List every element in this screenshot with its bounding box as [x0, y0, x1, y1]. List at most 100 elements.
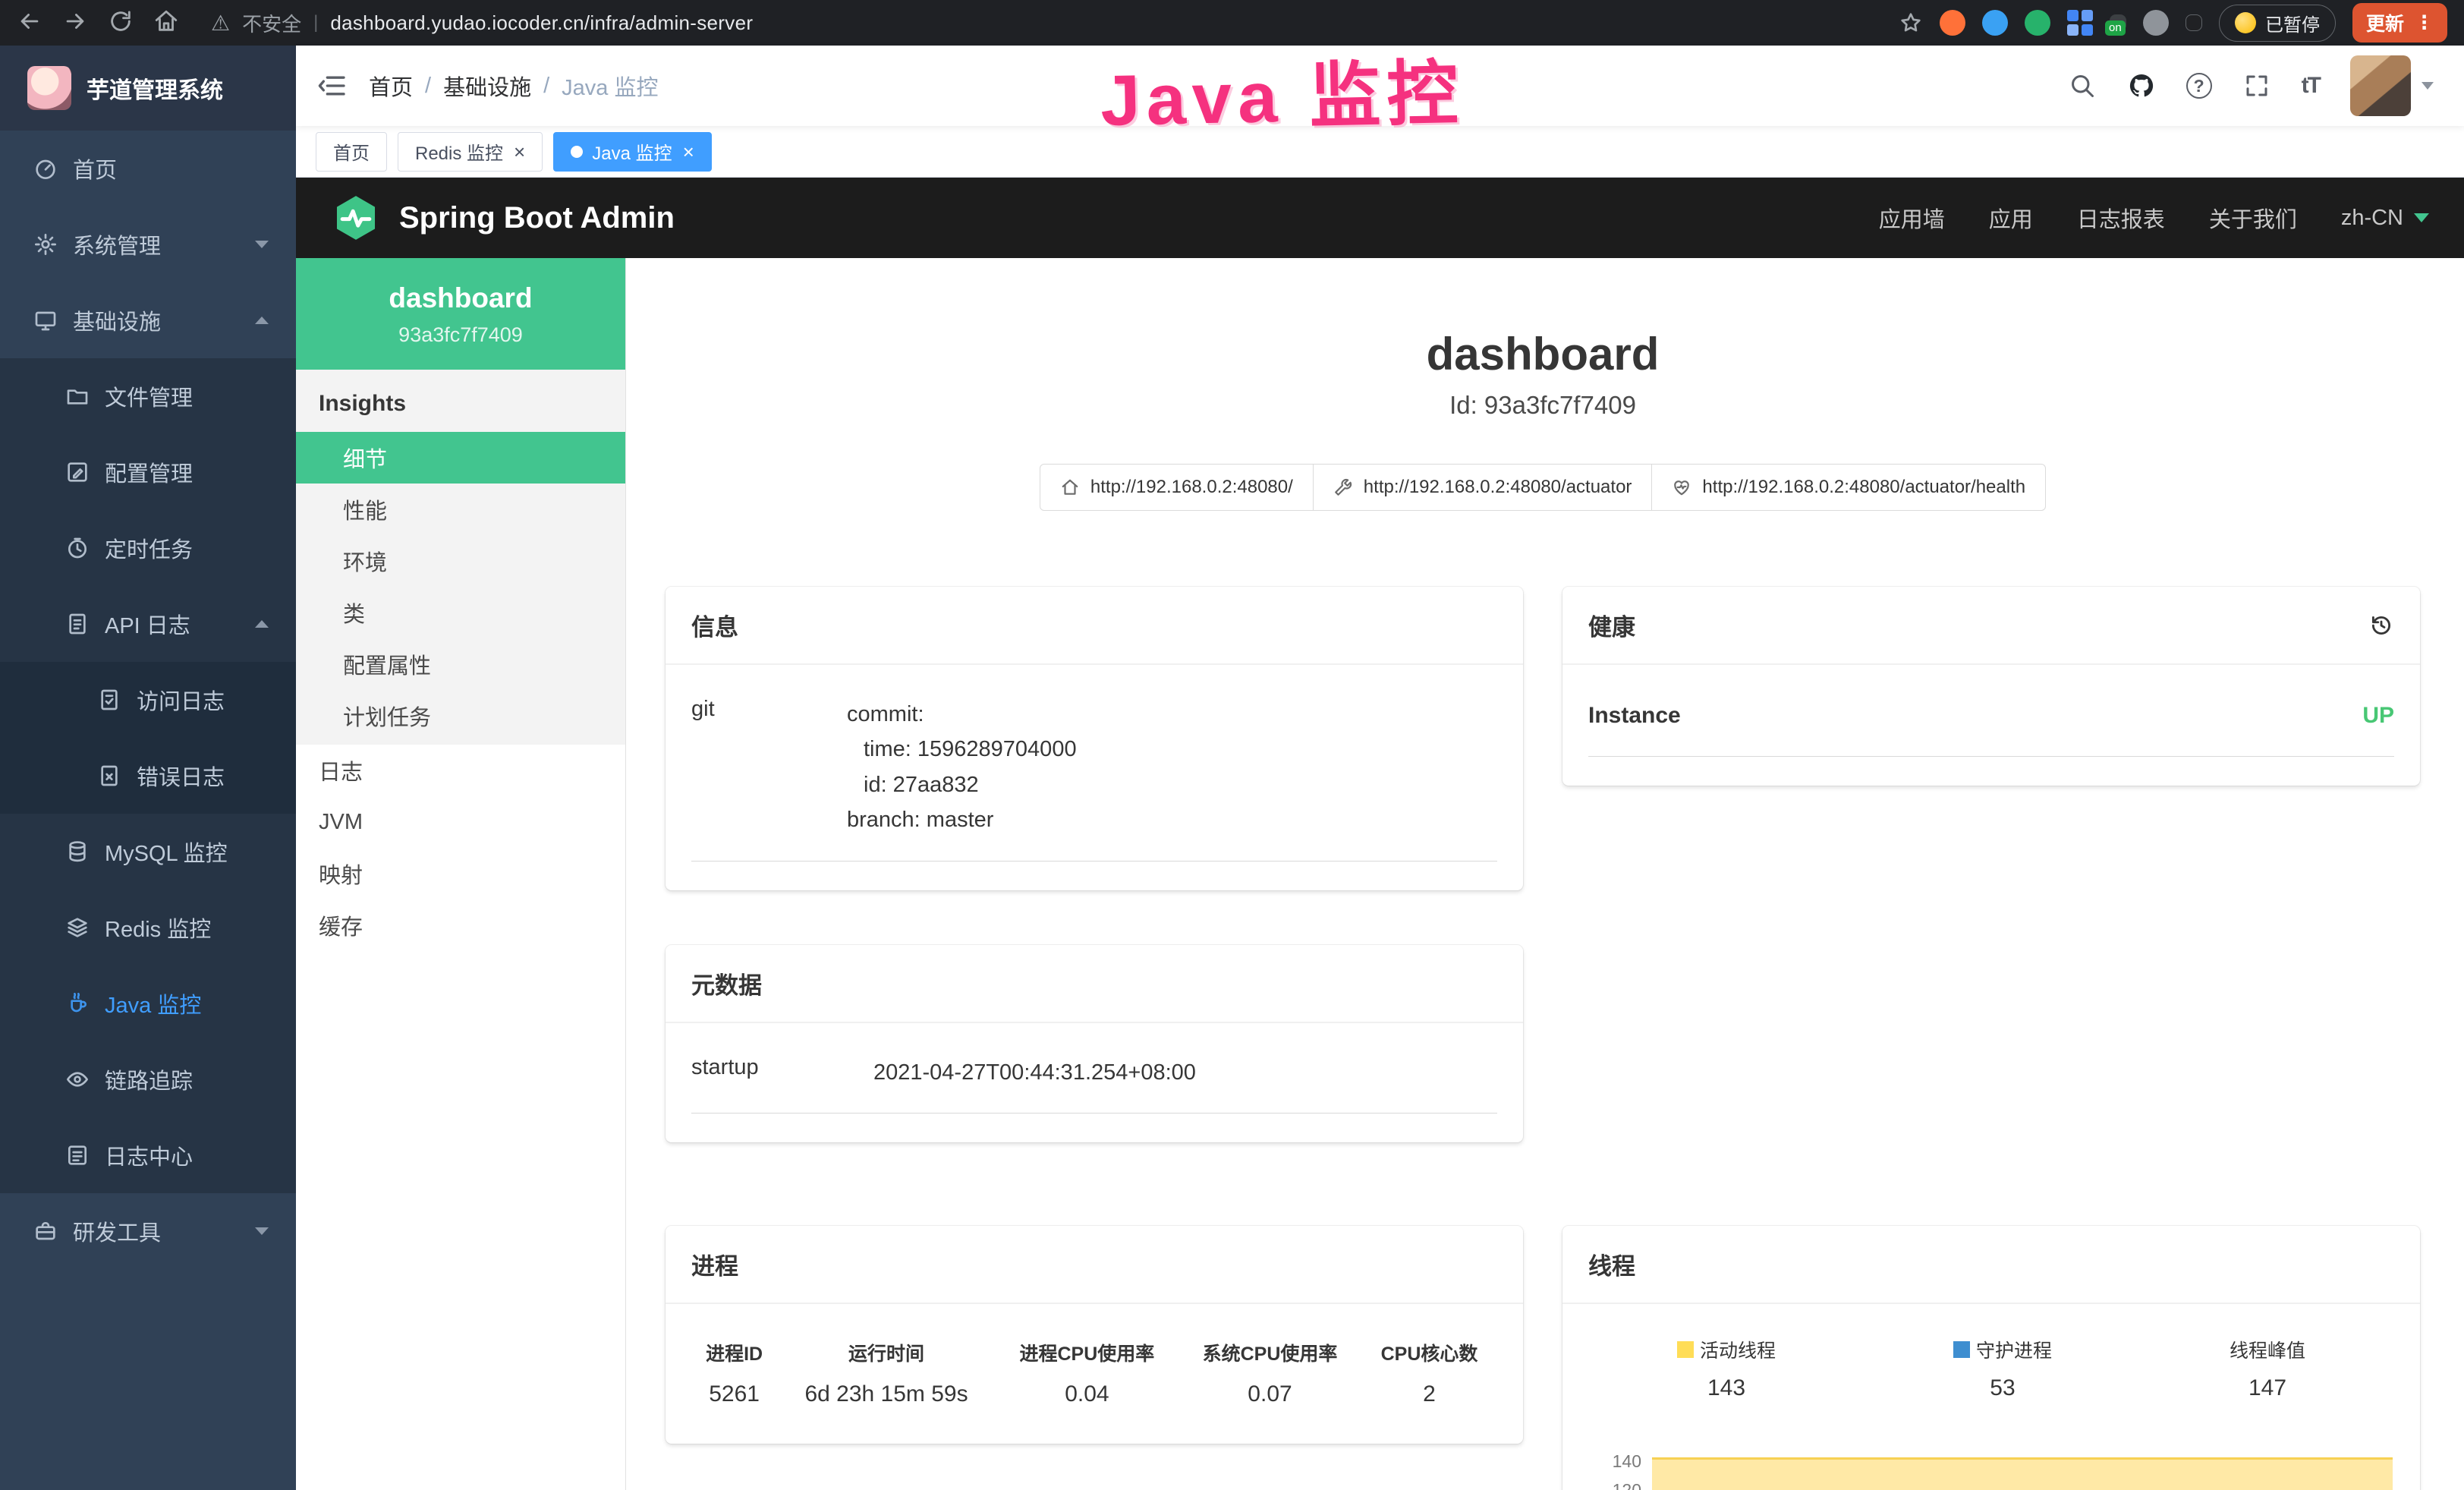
sidebar-item-file-manage[interactable]: 文件管理	[0, 358, 296, 434]
app-logo	[27, 66, 71, 110]
security-label[interactable]: 不安全	[242, 9, 301, 37]
sidebar-item-home[interactable]: 首页	[0, 131, 296, 206]
search-icon[interactable]	[2068, 71, 2097, 100]
sba-nav-applications[interactable]: 应用	[1989, 202, 2033, 234]
legend-value: 53	[1953, 1375, 2052, 1401]
metadata-key: startup	[691, 1055, 873, 1090]
close-icon[interactable]: ×	[514, 142, 525, 162]
tab-home[interactable]: 首页	[316, 132, 387, 172]
doc-x-icon	[97, 764, 121, 788]
reload-icon[interactable]	[108, 8, 137, 37]
threads-chart-y-axis: 140 120 100	[1588, 1451, 1652, 1490]
sba-item-config-props[interactable]: 配置属性	[296, 638, 625, 690]
forward-icon[interactable]	[62, 8, 91, 37]
sidebar-item-redis-monitor[interactable]: Redis 监控	[0, 890, 296, 966]
java-cup-icon	[65, 991, 90, 1016]
home-icon	[1060, 477, 1080, 497]
sidebar-item-mysql-monitor[interactable]: MySQL 监控	[0, 814, 296, 890]
sba-item-classes[interactable]: 类	[296, 587, 625, 638]
bookmark-star-icon[interactable]	[1899, 11, 1923, 35]
sidebar-item-label: 基础设施	[73, 304, 161, 336]
spring-boot-admin: Spring Boot Admin 应用墙 应用 日志报表 关于我们 zh-CN	[296, 178, 2464, 1490]
database-icon	[65, 840, 90, 864]
instance-url-button[interactable]: http://192.168.0.2:48080/	[1040, 464, 1314, 511]
process-table-value-row: 5261 6d 23h 15m 59s 0.04 0.07 2	[691, 1377, 1497, 1415]
legend-peak-threads: 线程峰值 147	[2230, 1336, 2305, 1401]
chevron-down-icon	[2414, 213, 2429, 222]
process-card: 进程 进程ID 运行时间 进程CPU使用率 系统	[666, 1226, 1523, 1444]
history-icon[interactable]	[2368, 613, 2394, 638]
info-row-git: git commit: time: 1596289704000 id: 27aa…	[691, 673, 1497, 862]
user-menu[interactable]	[2350, 55, 2434, 116]
sba-nav-wallboard[interactable]: 应用墙	[1879, 202, 1945, 234]
sidebar-item-infra[interactable]: 基础设施	[0, 282, 296, 358]
metadata-card-title: 元数据	[666, 945, 1523, 1023]
extension-icon-gray[interactable]	[2143, 10, 2169, 36]
tab-java-monitor[interactable]: Java 监控 ×	[553, 132, 712, 172]
sba-item-details[interactable]: 细节	[296, 432, 625, 484]
sidebar-item-api-log[interactable]: API 日志	[0, 586, 296, 662]
legend-yellow-swatch	[1677, 1341, 1694, 1358]
extension-icon-drop[interactable]	[1982, 10, 2008, 36]
sba-item-scheduled-tasks[interactable]: 计划任务	[296, 690, 625, 742]
chevron-up-icon	[255, 620, 269, 628]
sba-brand[interactable]: Spring Boot Admin	[331, 193, 675, 243]
breadcrumb-home[interactable]: 首页	[369, 70, 413, 102]
sidebar-item-log-center[interactable]: 日志中心	[0, 1117, 296, 1193]
sba-nav-about[interactable]: 关于我们	[2209, 202, 2297, 234]
extension-icon-green[interactable]	[2025, 10, 2050, 36]
sidebar-item-label: MySQL 监控	[105, 836, 228, 868]
sba-header: Spring Boot Admin 应用墙 应用 日志报表 关于我们 zh-CN	[296, 178, 2464, 258]
sba-item-caches[interactable]: 缓存	[296, 899, 625, 951]
sba-item-jvm[interactable]: JVM	[296, 796, 625, 848]
extension-icon-fox[interactable]	[1940, 10, 1965, 36]
sidebar-item-java-monitor[interactable]: Java 监控	[0, 966, 296, 1041]
actuator-url-button[interactable]: http://192.168.0.2:48080/actuator	[1313, 464, 1653, 511]
user-avatar[interactable]	[2350, 55, 2411, 116]
health-card: 健康 Instance UP	[1562, 587, 2420, 786]
sidebar-toggle-icon[interactable]	[296, 46, 369, 126]
emoji-face-icon	[2235, 12, 2256, 33]
locale-selector[interactable]: zh-CN	[2341, 206, 2429, 231]
sba-main: dashboard Id: 93a3fc7f7409 http://192.16…	[626, 258, 2464, 1490]
paused-badge[interactable]: 已暂停	[2219, 5, 2336, 42]
app-topbar: 首页 / 基础设施 / Java 监控 ? tT	[296, 46, 2464, 126]
sba-nav-journal[interactable]: 日志报表	[2077, 202, 2165, 234]
fullscreen-icon[interactable]	[2242, 71, 2271, 100]
help-icon[interactable]: ?	[2186, 73, 2212, 99]
instance-block[interactable]: dashboard 93a3fc7f7409	[296, 258, 625, 370]
page-url[interactable]: dashboard.yudao.iocoder.cn/infra/admin-s…	[330, 11, 753, 35]
kebab-menu-icon[interactable]: ⋮	[2415, 11, 2434, 34]
sidebar-item-config-manage[interactable]: 配置管理	[0, 434, 296, 510]
sba-item-logs[interactable]: 日志	[296, 745, 625, 796]
close-icon[interactable]: ×	[683, 142, 694, 162]
font-size-icon[interactable]: tT	[2302, 73, 2320, 99]
sidebar-item-tracing[interactable]: 链路追踪	[0, 1041, 296, 1117]
address-bar[interactable]: ⚠ 不安全 | dashboard.yudao.iocoder.cn/infra…	[211, 9, 753, 37]
val-system-cpu: 0.07	[1179, 1377, 1361, 1415]
page-subtitle: Id: 93a3fc7f7409	[666, 391, 2420, 420]
back-icon[interactable]	[17, 8, 46, 37]
tab-redis-monitor[interactable]: Redis 监控 ×	[398, 132, 543, 172]
sidebar-item-access-log[interactable]: 访问日志	[0, 662, 296, 738]
update-button[interactable]: 更新 ⋮	[2352, 3, 2447, 43]
sba-item-metrics[interactable]: 性能	[296, 484, 625, 535]
extension-icon-puzzle[interactable]	[2186, 14, 2202, 31]
extension-icon-grid[interactable]	[2067, 10, 2093, 36]
info-key: git	[691, 697, 847, 838]
admin-sidebar: 芋道管理系统 首页 系统管理 基础设施 文件管理 配置	[0, 46, 296, 1490]
sba-item-environment[interactable]: 环境	[296, 535, 625, 587]
sidebar-item-scheduled-jobs[interactable]: 定时任务	[0, 510, 296, 586]
sidebar-item-error-log[interactable]: 错误日志	[0, 738, 296, 814]
extension-icon-dark[interactable]: on	[2110, 14, 2126, 31]
health-url-button[interactable]: http://192.168.0.2:48080/actuator/health	[1651, 464, 2046, 511]
sba-item-mappings[interactable]: 映射	[296, 848, 625, 899]
github-icon[interactable]	[2127, 71, 2156, 100]
cards-row-3: 进程 进程ID 运行时间 进程CPU使用率 系统	[666, 1226, 2420, 1490]
sidebar-item-system[interactable]: 系统管理	[0, 206, 296, 282]
breadcrumb-infra[interactable]: 基础设施	[443, 70, 531, 102]
sba-brand-label: Spring Boot Admin	[399, 201, 675, 235]
browser-chrome: ⚠ 不安全 | dashboard.yudao.iocoder.cn/infra…	[0, 0, 2464, 46]
sidebar-item-dev-tools[interactable]: 研发工具	[0, 1193, 296, 1269]
home-icon[interactable]	[153, 8, 182, 37]
